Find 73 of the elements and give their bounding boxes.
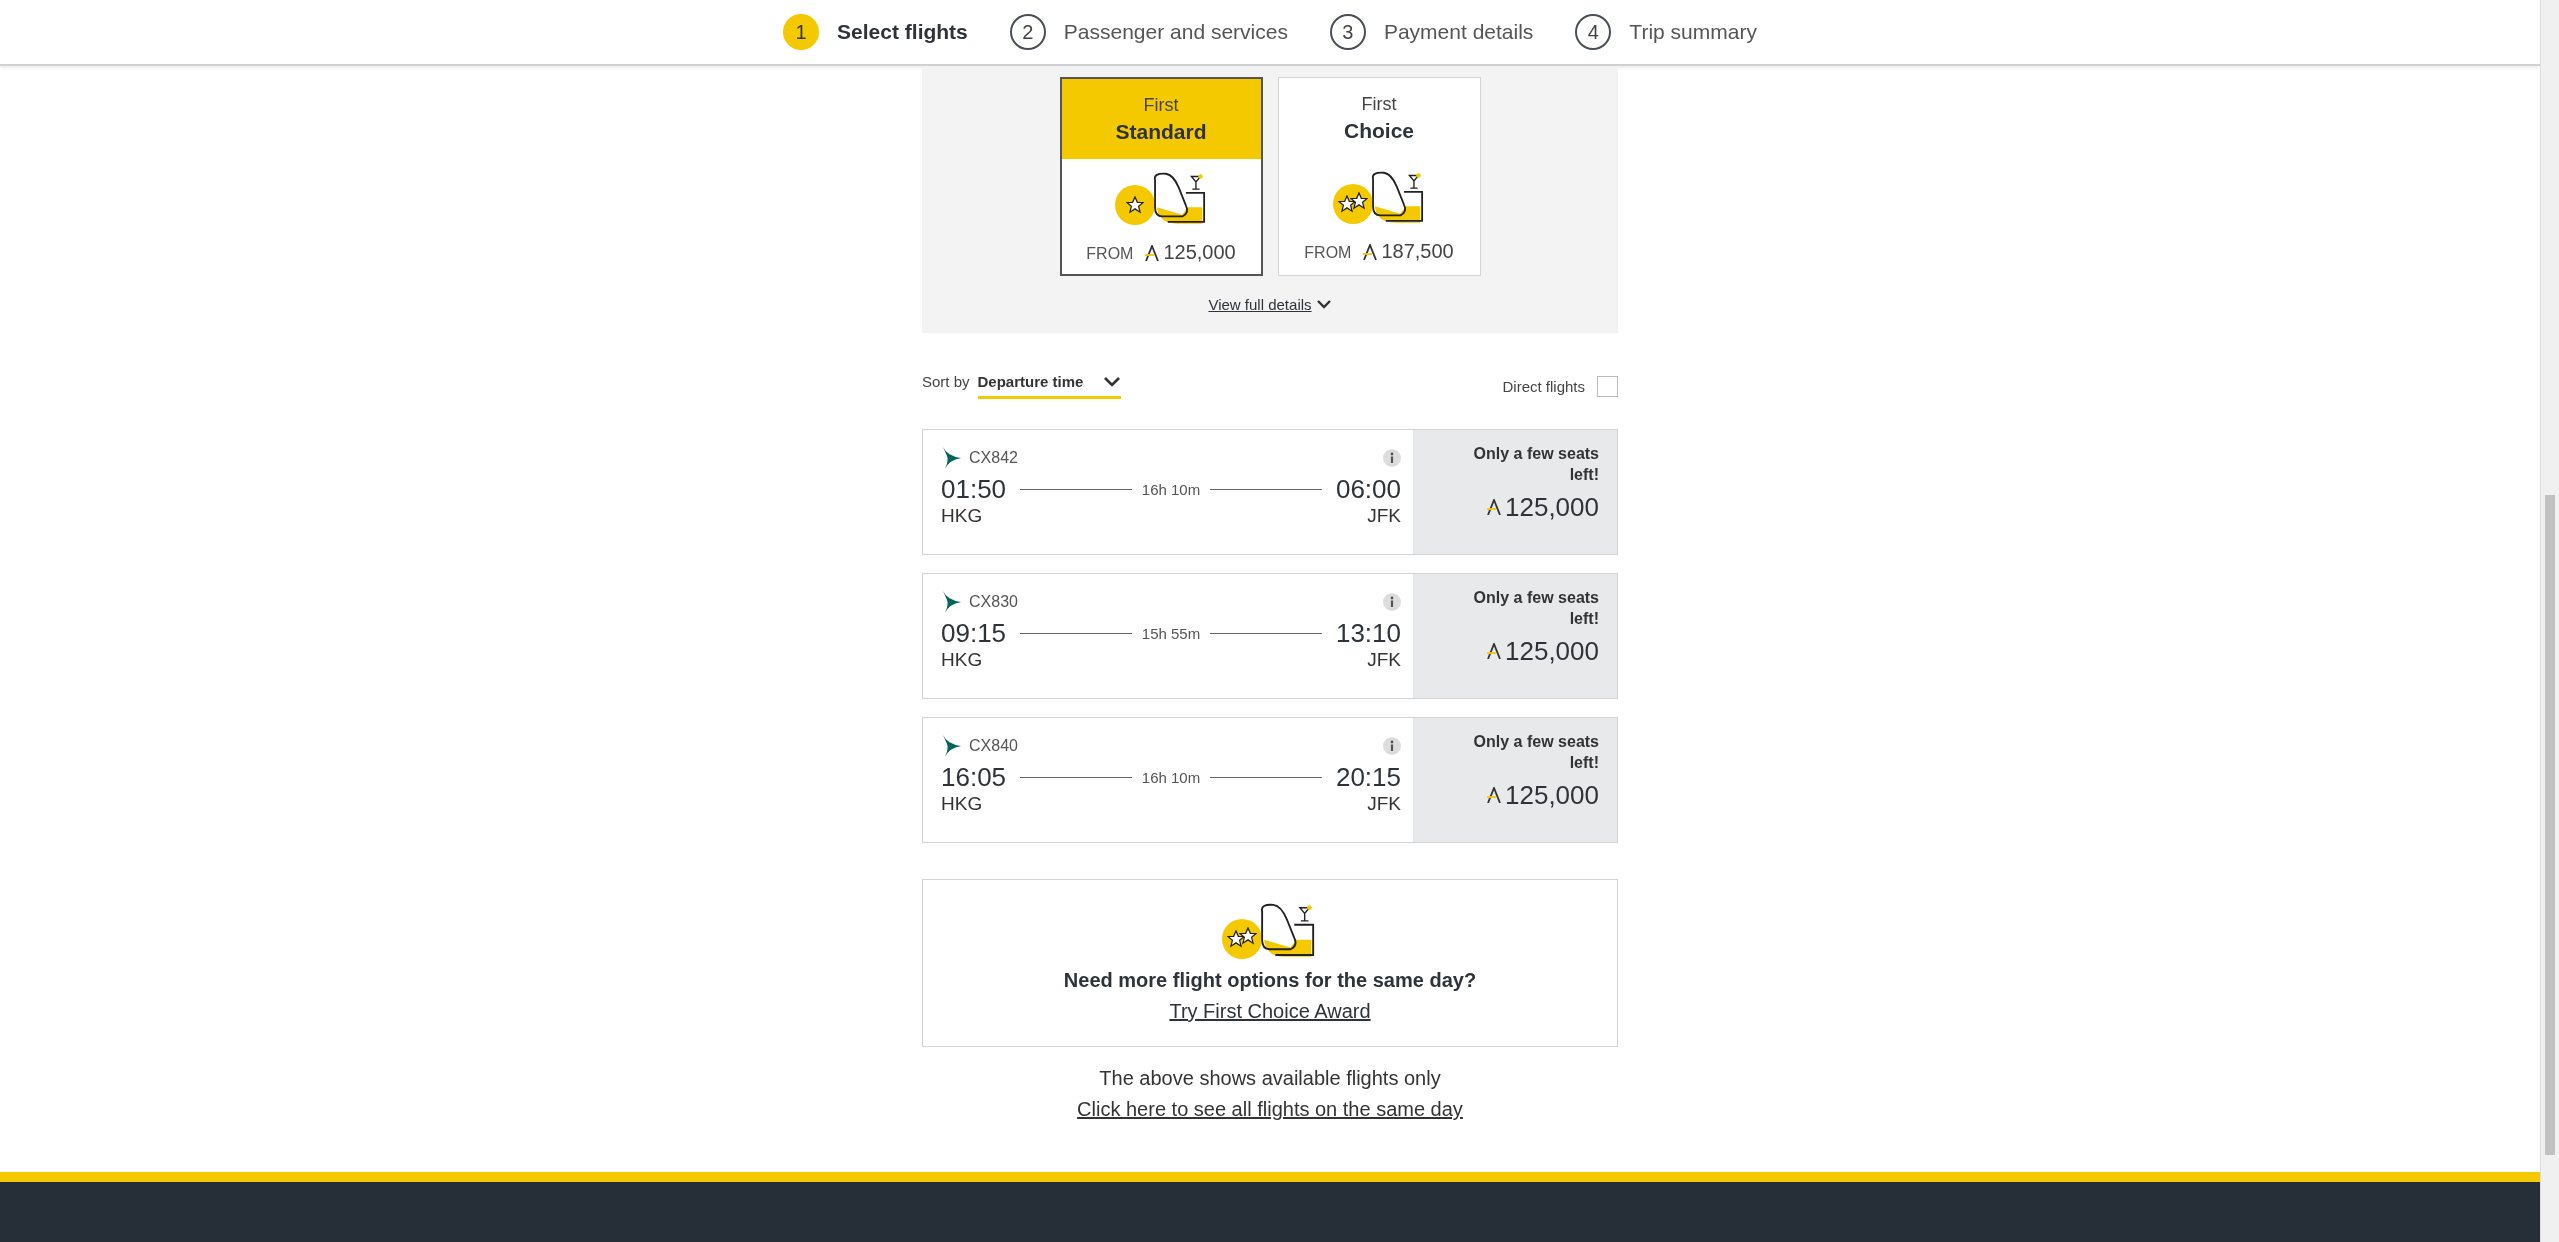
departure-time: 01:50 <box>941 474 1007 506</box>
fare-price: 187,500 <box>1381 240 1454 264</box>
scrollbar-thumb[interactable] <box>2545 495 2555 1155</box>
miles-icon <box>1487 499 1501 516</box>
sort-label: Sort by <box>922 373 970 391</box>
flight-price: 125,000 <box>1505 779 1599 811</box>
flight-duration: 15h 55m <box>1141 625 1201 643</box>
star-icon <box>1337 195 1356 214</box>
cabin-label: First <box>1361 93 1397 115</box>
fare-card[interactable]: First Standard FROM 125,000 <box>1059 77 1263 277</box>
star-icon <box>1227 929 1246 948</box>
sort-dropdown[interactable]: Departure time <box>977 373 1122 400</box>
flight-duration: 16h 10m <box>1141 769 1201 787</box>
departure-time: 09:15 <box>941 618 1007 650</box>
from-label: FROM <box>1086 245 1134 264</box>
cabin-label: First <box>1143 94 1179 116</box>
chevron-down-icon <box>1315 299 1332 311</box>
all-flights-link[interactable]: Click here to see all flights on the same day <box>1077 1098 1463 1122</box>
fare-card[interactable]: First Choice FROM 187,500 <box>1277 77 1481 277</box>
flight-card[interactable]: CX842 01:50 HKG 16h 10m 06:00 JFK Only a few seats left! 125,000 <box>922 429 1618 556</box>
step-label: Passenger and services <box>1063 20 1288 44</box>
flight-number: CX830 <box>969 593 1019 612</box>
seat-drawing <box>1153 172 1205 224</box>
flight-card[interactable]: CX840 16:05 HKG 16h 10m 20:15 JFK Only a few seats left! 125,000 <box>922 717 1618 844</box>
availability-note: Only a few seats left! <box>1472 588 1599 630</box>
departure-airport: HKG <box>941 505 984 528</box>
arrival-airport: JFK <box>1367 793 1401 816</box>
flight-number: CX840 <box>969 737 1019 756</box>
arrival-airport: JFK <box>1367 649 1401 672</box>
step-number: 1 <box>783 14 820 50</box>
promo-heading: Need more flight options for the same day? <box>1063 968 1477 992</box>
step-label: Select flights <box>837 20 968 44</box>
flight-duration: 16h 10m <box>1141 481 1201 499</box>
arrival-time: 06:00 <box>1335 474 1401 506</box>
flight-price: 125,000 <box>1505 635 1599 667</box>
miles-icon <box>1145 244 1160 261</box>
arrival-time: 20:15 <box>1335 762 1401 794</box>
info-icon[interactable] <box>1383 593 1401 612</box>
fare-name: Standard <box>1115 119 1207 144</box>
first-choice-link[interactable]: Try First Choice Award <box>1169 999 1371 1023</box>
step-number: 4 <box>1575 14 1612 50</box>
fare-price: 125,000 <box>1163 241 1236 265</box>
scrollbar[interactable] <box>2540 0 2559 1242</box>
flight-number: CX842 <box>969 449 1019 468</box>
arrival-airport: JFK <box>1367 505 1401 528</box>
flight-card[interactable]: CX830 09:15 HKG 15h 55m 13:10 JFK Only a few seats left! 125,000 <box>922 573 1618 700</box>
departure-time: 16:05 <box>941 762 1007 794</box>
arrival-time: 13:10 <box>1335 618 1401 650</box>
departure-airport: HKG <box>941 793 984 816</box>
from-label: FROM <box>1304 244 1352 263</box>
star-icon <box>1125 196 1144 215</box>
star-icon <box>1349 192 1368 211</box>
info-icon[interactable] <box>1383 449 1401 468</box>
step-number: 2 <box>1009 14 1046 50</box>
direct-flights-label: Direct flights <box>1502 377 1585 395</box>
step-number: 3 <box>1329 14 1366 50</box>
seat-drawing <box>1371 171 1423 223</box>
miles-icon <box>1363 243 1378 260</box>
star-icon <box>1239 926 1258 945</box>
info-icon[interactable] <box>1383 737 1401 756</box>
miles-icon <box>1487 643 1501 660</box>
view-details-link[interactable]: View full details <box>1208 296 1312 314</box>
step-label: Trip summary <box>1629 20 1757 44</box>
direct-flights-checkbox[interactable] <box>1597 375 1618 397</box>
step-label: Payment details <box>1383 20 1534 44</box>
flight-price: 125,000 <box>1505 491 1599 523</box>
departure-airport: HKG <box>941 649 984 672</box>
miles-icon <box>1487 787 1501 804</box>
fare-name: Choice <box>1344 118 1414 143</box>
availability-note: Only a few seats left! <box>1472 732 1599 774</box>
chevron-down-icon <box>1103 375 1122 388</box>
availability-note: Only a few seats left! <box>1472 444 1599 486</box>
availability-note-text: The above shows available flights only <box>1099 1067 1441 1091</box>
